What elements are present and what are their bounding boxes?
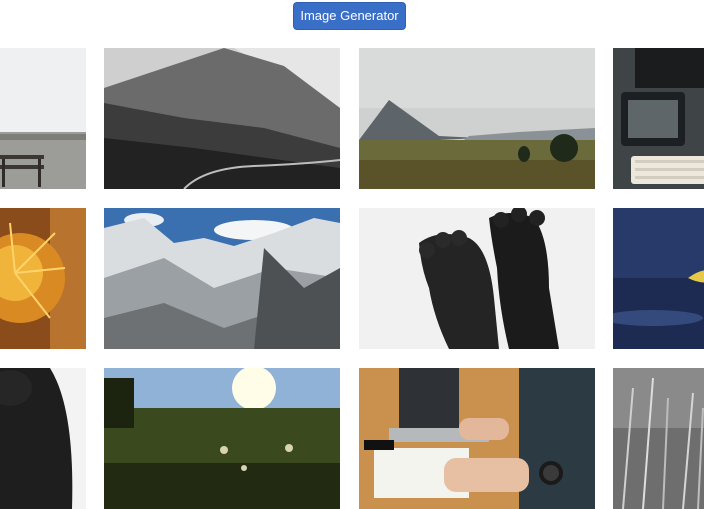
top-bar: Image Generator — [0, 0, 704, 36]
gallery-image-sunlit-grass[interactable] — [104, 368, 340, 509]
gallery-image-leaf-water[interactable] — [613, 208, 704, 349]
gallery-image-orange-flower[interactable] — [0, 208, 86, 349]
image-grid — [0, 0, 704, 509]
gallery-image-meadow[interactable] — [359, 48, 595, 189]
gallery-image-grass-bw[interactable] — [613, 368, 704, 509]
gallery-image-bw-mountain[interactable] — [104, 48, 340, 189]
gallery-image-tablet-desk[interactable] — [613, 48, 704, 189]
image-generator-button[interactable]: Image Generator — [293, 2, 406, 30]
gallery-image-laptop-writing[interactable] — [359, 368, 595, 509]
image-gallery-page: Image Generator — [0, 0, 704, 509]
gallery-image-foot-closeup[interactable] — [0, 368, 86, 509]
gallery-image-feet[interactable] — [359, 208, 595, 349]
gallery-image-bench-snow[interactable] — [0, 48, 86, 189]
gallery-image-snowy-range[interactable] — [104, 208, 340, 349]
